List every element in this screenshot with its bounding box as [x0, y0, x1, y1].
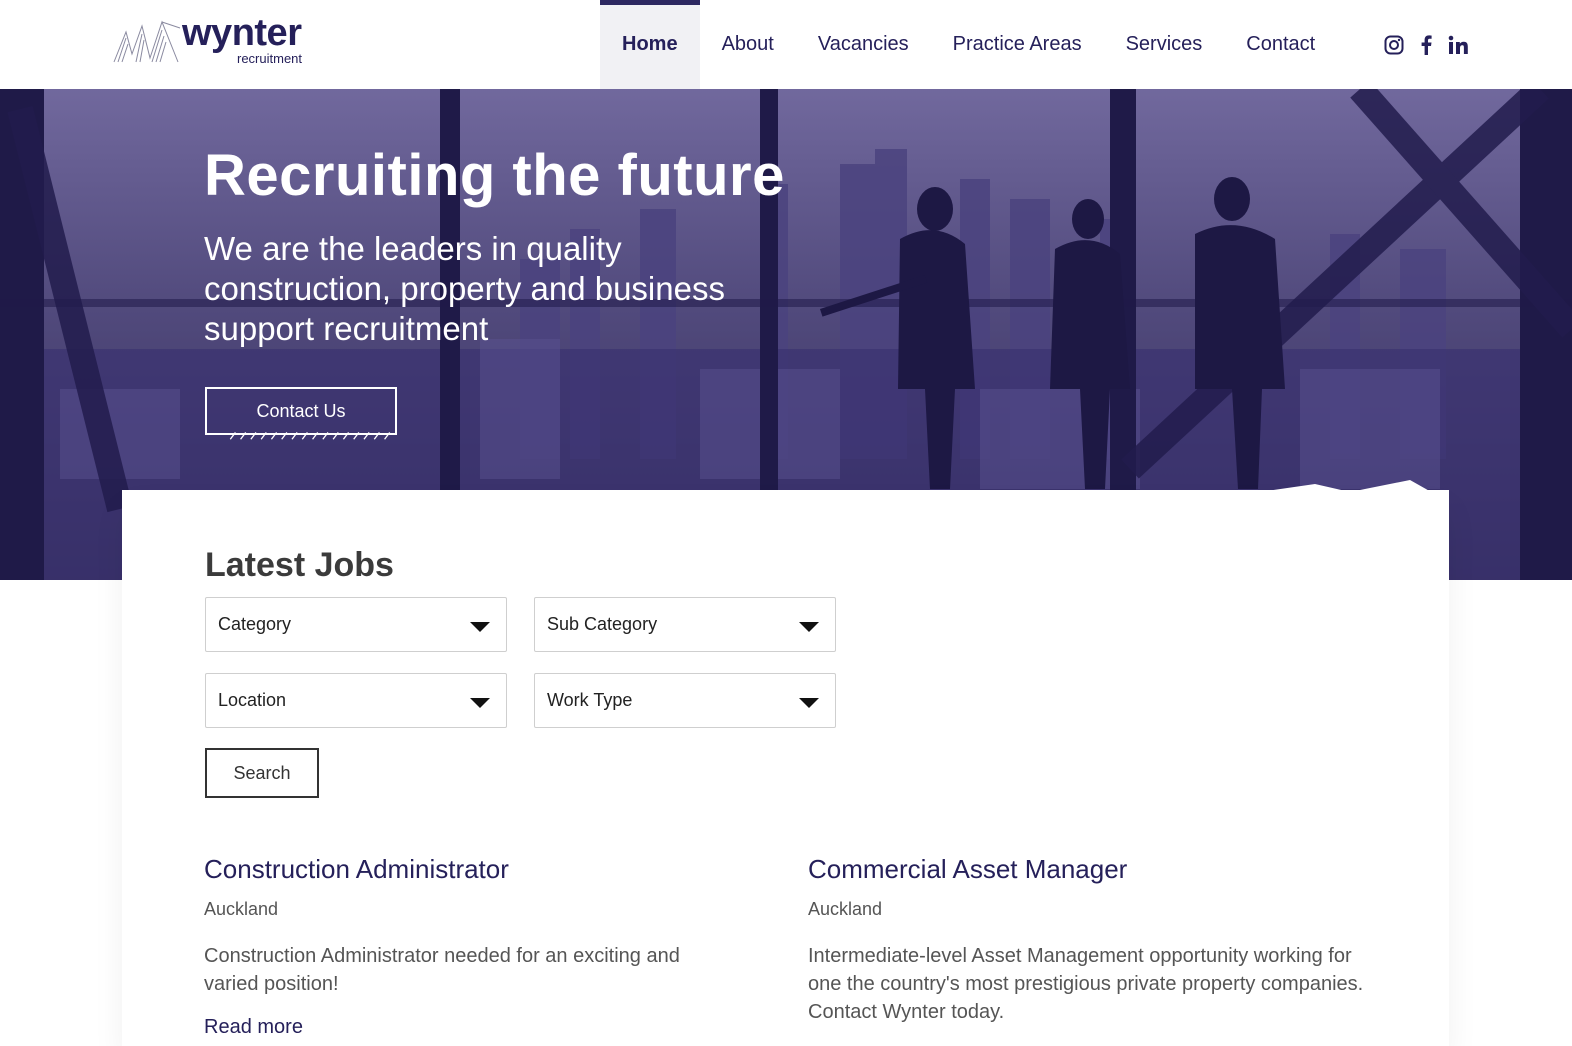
nav-label: Home — [622, 33, 678, 55]
select-label: Work Type — [547, 690, 633, 710]
social-links — [1383, 34, 1469, 56]
logo-tagline: recruitment — [237, 51, 303, 66]
category-select[interactable]: Category — [205, 597, 507, 652]
location-select[interactable]: Location — [205, 673, 507, 728]
chevron-down-icon — [470, 698, 490, 708]
contact-us-button[interactable]: Contact Us — [205, 387, 397, 435]
nav-label: About — [721, 33, 774, 55]
nav-item-home[interactable]: Home — [600, 0, 700, 89]
job-location: Auckland — [204, 899, 279, 919]
job-title[interactable]: Commercial Asset Manager — [808, 854, 1127, 885]
nav-item-about[interactable]: About — [700, 0, 796, 89]
read-more-link[interactable]: Read more — [204, 1016, 303, 1039]
select-label: Location — [218, 690, 287, 710]
work-type-select[interactable]: Work Type — [534, 673, 836, 728]
chevron-down-icon — [799, 622, 819, 632]
facebook-icon[interactable] — [1415, 34, 1437, 56]
job-description: Intermediate-level Asset Management oppo… — [808, 945, 1364, 1023]
nav-label: Services — [1125, 33, 1203, 55]
job-title[interactable]: Construction Administrator — [204, 854, 509, 885]
nav-label: Practice Areas — [952, 33, 1082, 55]
logo-wordmark: wynter — [182, 12, 302, 54]
main-nav: Home About Vacancies Practice Areas Serv… — [600, 0, 1337, 89]
select-label: Sub Category — [547, 614, 658, 634]
logo[interactable]: wynter recruitment — [112, 12, 312, 68]
chevron-down-icon — [799, 698, 819, 708]
nav-item-vacancies[interactable]: Vacancies — [796, 0, 931, 89]
latest-jobs-title: Latest Jobs — [205, 546, 394, 584]
nav-item-contact[interactable]: Contact — [1224, 0, 1337, 89]
job-description: Construction Administrator needed for an… — [204, 945, 680, 995]
nav-item-practice-areas[interactable]: Practice Areas — [931, 0, 1104, 89]
button-hatch-decoration — [229, 432, 391, 440]
nav-label: Contact — [1246, 33, 1316, 55]
select-label: Category — [218, 614, 292, 634]
sub-category-select[interactable]: Sub Category — [534, 597, 836, 652]
instagram-icon[interactable] — [1383, 34, 1405, 56]
search-button[interactable]: Search — [205, 748, 319, 798]
logo-mark-icon — [113, 20, 181, 63]
job-location: Auckland — [808, 899, 883, 919]
card-torn-edge-decoration — [1250, 480, 1449, 494]
nav-label: Vacancies — [817, 33, 909, 55]
nav-item-services[interactable]: Services — [1104, 0, 1225, 89]
chevron-down-icon — [470, 622, 490, 632]
hero-title: Recruiting the future — [204, 143, 785, 208]
site-header: wynter recruitment Home About Vacancies … — [0, 0, 1572, 89]
linkedin-icon[interactable] — [1447, 34, 1469, 56]
hero-subtitle: We are the leaders in quality constructi… — [204, 230, 725, 347]
